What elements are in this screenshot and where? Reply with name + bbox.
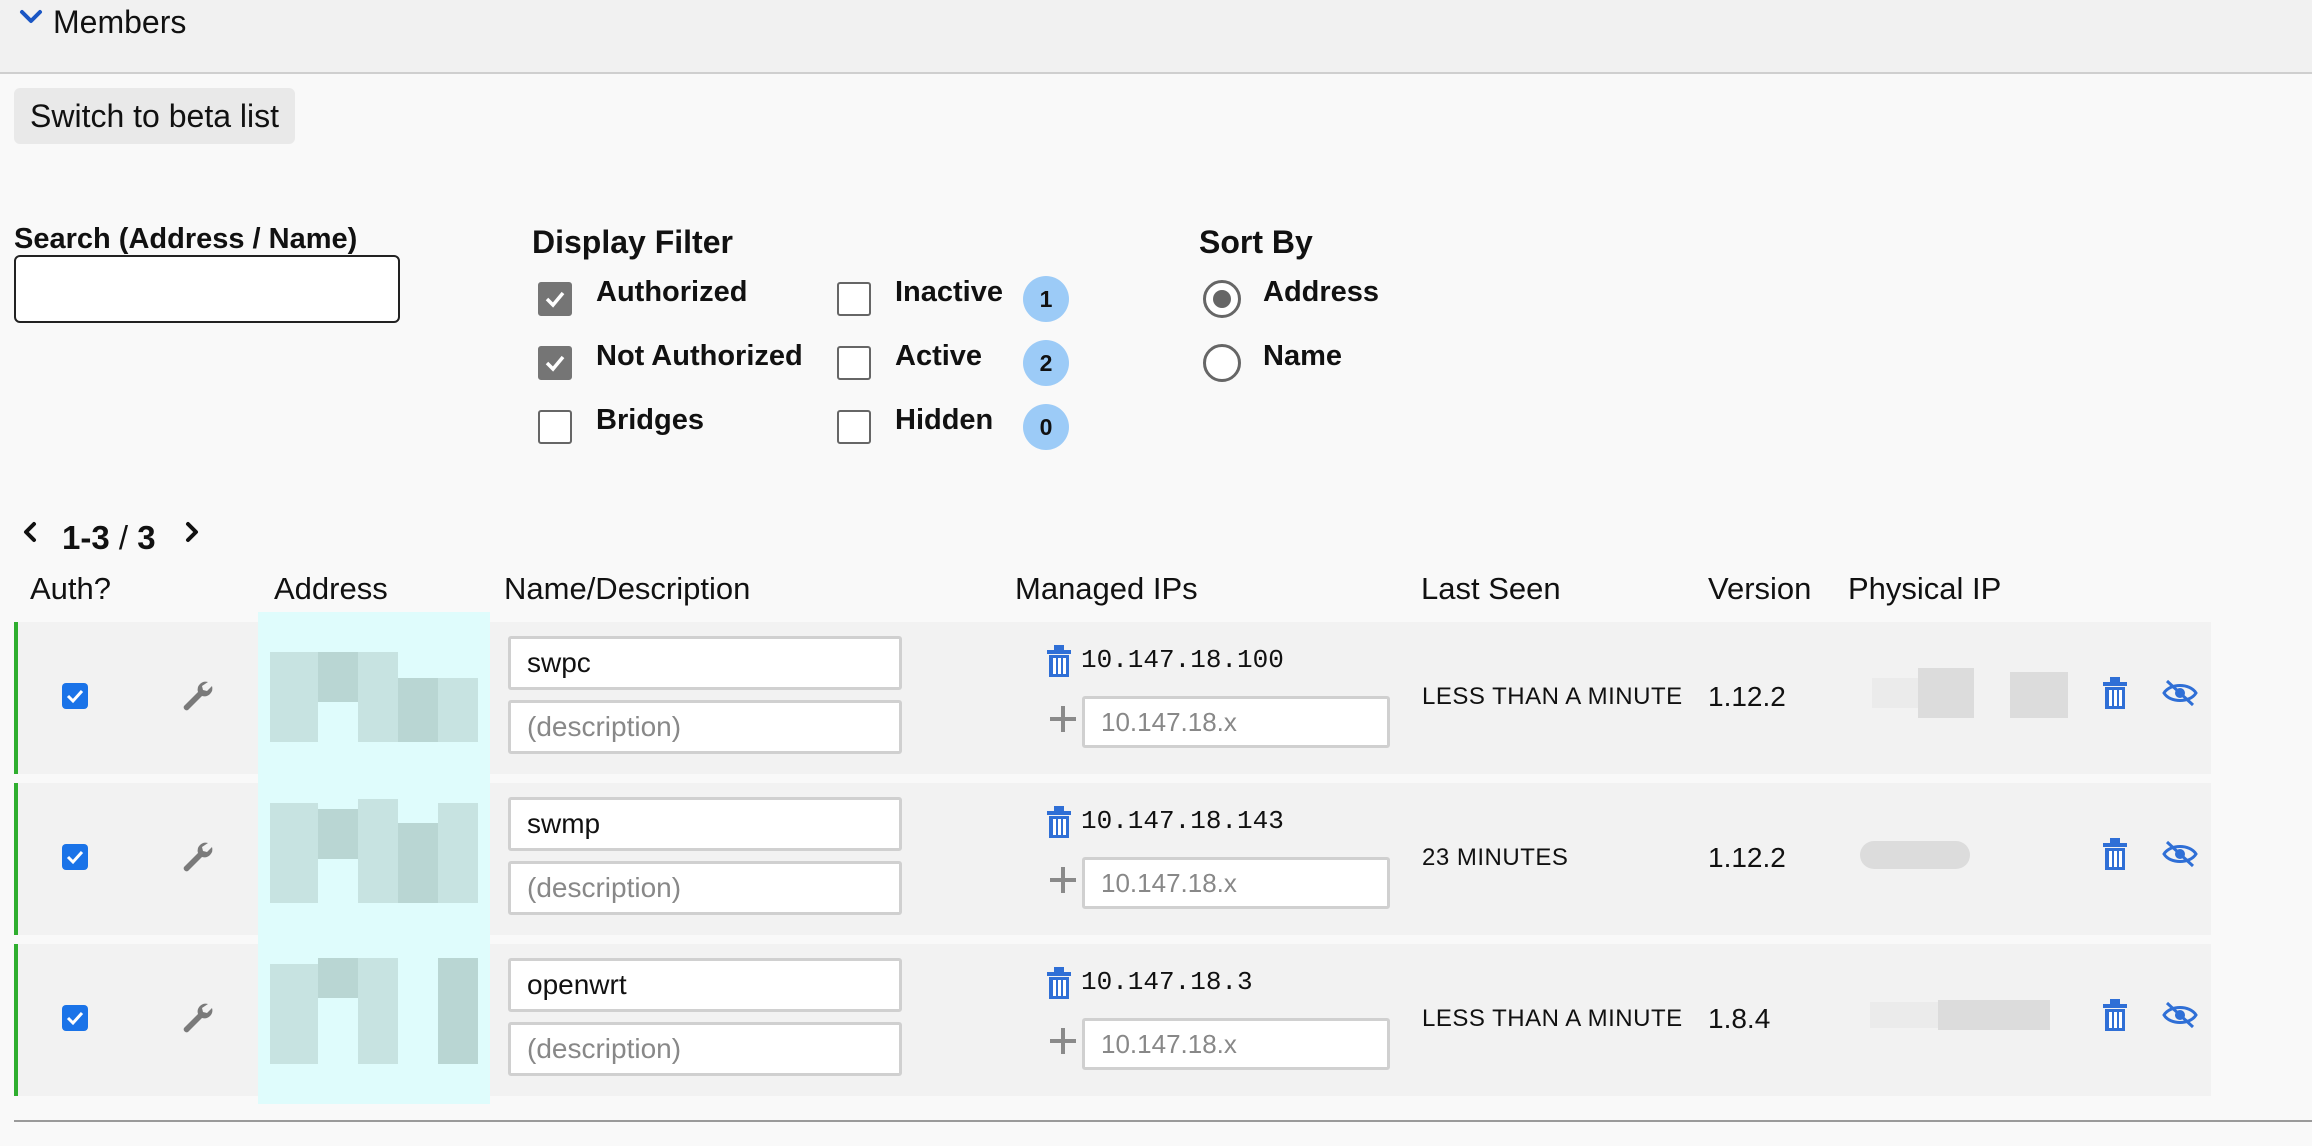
- filter-active-label: Active: [895, 340, 983, 372]
- member-name-input[interactable]: [508, 636, 902, 690]
- filter-bridges-checkbox[interactable]: [538, 410, 572, 444]
- switch-to-beta-list-button[interactable]: Switch to beta list: [14, 88, 295, 144]
- physical-ip-redacted: [1918, 668, 1974, 718]
- eye-slash-icon[interactable]: [2162, 1000, 2198, 1030]
- sort-name-label: Name: [1263, 340, 1342, 372]
- chevron-left-icon[interactable]: [20, 520, 40, 544]
- address-redacted: [258, 934, 490, 1104]
- trash-icon[interactable]: [2100, 998, 2130, 1032]
- authorize-checkbox[interactable]: [62, 1005, 88, 1031]
- search-label: Search (Address / Name): [14, 223, 358, 255]
- authorize-checkbox[interactable]: [62, 844, 88, 870]
- chevron-down-icon: [20, 10, 42, 23]
- checkmark-icon: [66, 1011, 84, 1026]
- plus-icon[interactable]: [1048, 704, 1078, 734]
- authorize-checkbox[interactable]: [62, 683, 88, 709]
- column-last-seen: Last Seen: [1421, 571, 1561, 606]
- trash-icon[interactable]: [1044, 644, 1074, 678]
- filter-inactive-label: Inactive: [895, 276, 1003, 308]
- last-seen: LESS THAN A MINUTE: [1422, 1005, 1683, 1032]
- add-ip-input[interactable]: [1082, 1018, 1390, 1070]
- trash-icon[interactable]: [1044, 966, 1074, 1000]
- filter-not-authorized-checkbox[interactable]: [538, 346, 572, 380]
- members-section-header[interactable]: Members: [0, 0, 2312, 74]
- column-version: Version: [1708, 571, 1812, 606]
- sort-address-label: Address: [1263, 276, 1380, 308]
- add-ip-input[interactable]: [1082, 696, 1390, 748]
- version: 1.12.2: [1708, 681, 1786, 712]
- active-count-badge: 2: [1023, 340, 1069, 386]
- checkmark-icon: [66, 850, 84, 865]
- checkmark-icon: [545, 291, 565, 308]
- version: 1.8.4: [1708, 1003, 1771, 1034]
- filter-authorized-checkbox[interactable]: [538, 282, 572, 316]
- address-redacted: [258, 773, 490, 943]
- checkmark-icon: [66, 689, 84, 704]
- page-total: 3: [137, 519, 156, 556]
- eye-slash-icon[interactable]: [2162, 839, 2198, 869]
- plus-icon[interactable]: [1048, 1026, 1078, 1056]
- filter-hidden-label: Hidden: [895, 404, 994, 436]
- trash-icon[interactable]: [2100, 837, 2130, 871]
- page-range: 1-3: [62, 519, 110, 556]
- member-row: 10.147.18.100 LESS THAN A MINUTE 1.12.2: [14, 612, 2211, 782]
- physical-ip-redacted: [2010, 672, 2068, 718]
- wrench-icon[interactable]: [178, 676, 214, 712]
- member-name-input[interactable]: [508, 958, 902, 1012]
- wrench-icon[interactable]: [178, 998, 214, 1034]
- page-separator: /: [109, 519, 138, 556]
- member-name-input[interactable]: [508, 797, 902, 851]
- pagination-status: 1-3 / 3: [62, 518, 156, 558]
- display-filter-title: Display Filter: [532, 224, 733, 260]
- section-title: Members: [53, 4, 187, 40]
- column-address[interactable]: Address: [274, 570, 388, 608]
- filter-active-checkbox[interactable]: [837, 346, 871, 380]
- add-ip-input[interactable]: [1082, 857, 1390, 909]
- chevron-right-icon[interactable]: [182, 520, 202, 544]
- physical-ip-redacted: [1938, 1000, 2050, 1030]
- sort-by-title: Sort By: [1199, 224, 1313, 260]
- sort-name-radio[interactable]: [1203, 344, 1241, 382]
- column-physical-ip: Physical IP: [1848, 571, 2002, 606]
- search-input[interactable]: [14, 255, 400, 323]
- divider: [14, 1120, 2312, 1122]
- column-managed-ips: Managed IPs: [1015, 571, 1198, 606]
- filter-bridges-label: Bridges: [596, 404, 704, 436]
- column-auth: Auth?: [30, 571, 112, 606]
- wrench-icon[interactable]: [178, 837, 214, 873]
- physical-ip-redacted: [1860, 841, 1970, 869]
- checkmark-icon: [545, 355, 565, 372]
- eye-slash-icon[interactable]: [2162, 678, 2198, 708]
- filter-hidden-checkbox[interactable]: [837, 410, 871, 444]
- version: 1.12.2: [1708, 842, 1786, 873]
- sort-address-radio[interactable]: [1203, 280, 1241, 318]
- inactive-count-badge: 1: [1023, 276, 1069, 322]
- managed-ip: 10.147.18.143: [1081, 806, 1284, 836]
- members-page: Members Switch to beta list Search (Addr…: [0, 0, 2312, 1146]
- filter-inactive-checkbox[interactable]: [837, 282, 871, 316]
- plus-icon[interactable]: [1048, 865, 1078, 895]
- member-description-input[interactable]: [508, 861, 902, 915]
- member-description-input[interactable]: [508, 700, 902, 754]
- trash-icon[interactable]: [1044, 805, 1074, 839]
- trash-icon[interactable]: [2100, 676, 2130, 710]
- managed-ip: 10.147.18.3: [1081, 967, 1253, 997]
- address-redacted: [258, 612, 490, 782]
- member-row: 10.147.18.143 23 MINUTES 1.12.2: [14, 773, 2211, 943]
- member-row: 10.147.18.3 LESS THAN A MINUTE 1.8.4: [14, 934, 2211, 1104]
- member-description-input[interactable]: [508, 1022, 902, 1076]
- hidden-count-badge: 0: [1023, 404, 1069, 450]
- column-name[interactable]: Name/Description: [504, 570, 750, 608]
- last-seen: 23 MINUTES: [1422, 844, 1569, 871]
- managed-ip: 10.147.18.100: [1081, 645, 1284, 675]
- filter-not-authorized-label: Not Authorized: [596, 340, 803, 372]
- filter-authorized-label: Authorized: [596, 276, 748, 308]
- last-seen: LESS THAN A MINUTE: [1422, 683, 1683, 710]
